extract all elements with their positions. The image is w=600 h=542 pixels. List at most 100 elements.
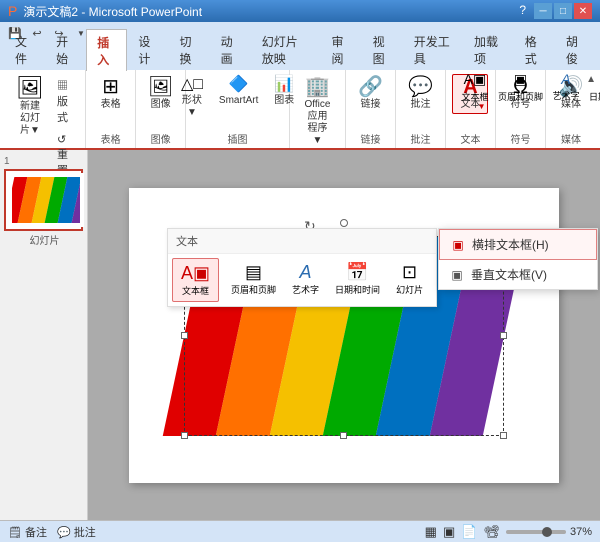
- comments-button[interactable]: 💬 批注: [57, 524, 96, 540]
- wordart-expanded-label: 艺术字: [292, 283, 319, 296]
- tab-home[interactable]: 开始: [45, 28, 86, 70]
- slideshow-button[interactable]: 📽: [483, 524, 500, 540]
- ribbon-group-apps: 🏢 Office应用程序▼ 应用程序: [290, 70, 346, 148]
- header-footer-btn[interactable]: ▣ 页眉和页脚: [495, 68, 546, 106]
- tab-transitions[interactable]: 切换: [169, 28, 210, 70]
- textbox-btn[interactable]: A▣ 文本框: [457, 68, 493, 106]
- tab-design[interactable]: 设计: [127, 28, 168, 70]
- shapes-icon: △□: [181, 77, 203, 93]
- images-group-label: 图像: [151, 129, 171, 146]
- symbols-group-label: 符号: [510, 129, 530, 146]
- tab-addins[interactable]: 加载项: [463, 28, 514, 70]
- textbox-icon: A▣: [464, 71, 487, 88]
- slides-group-label: 幻灯片: [30, 230, 60, 247]
- notes-button[interactable]: 🗒 备注: [8, 524, 47, 540]
- apps-group-items: 🏢 Office应用程序▼: [298, 74, 337, 150]
- textbox-horizontal-option[interactable]: ▣ 横排文本框(H): [439, 229, 597, 260]
- handle-bottom-middle[interactable]: [340, 432, 347, 439]
- table-button[interactable]: ⊞ 表格: [93, 74, 129, 114]
- link-button[interactable]: 🔗 链接: [352, 74, 388, 114]
- handle-bottom-left[interactable]: [181, 432, 188, 439]
- tab-developer[interactable]: 开发工具: [403, 28, 463, 70]
- ribbon-group-illustrations: △□ 形状▼ 🔷 SmartArt 📊 图表 插图: [186, 70, 290, 148]
- text-dropdown-menu: ▣ 横排文本框(H) ▣ 垂直文本框(V): [438, 228, 598, 290]
- shapes-button[interactable]: △□ 形状▼: [173, 74, 211, 122]
- main-area: 1: [0, 150, 600, 520]
- text-section-items: A▣ 文本框 ▤ 页眉和页脚 A 艺术字 📅 日期和时间 ⊡ 幻灯片: [168, 254, 436, 306]
- textbox-label: 文本框: [461, 90, 488, 103]
- zoom-thumb[interactable]: [542, 527, 552, 537]
- window-title: 演示文稿2 - Microsoft PowerPoint: [23, 3, 202, 20]
- tab-view[interactable]: 视图: [362, 28, 403, 70]
- canvas-area: ↻ ▣ 横排文本框(H) ▣ 垂直文本框(V) 文本 A▣ 文本框: [88, 150, 600, 520]
- title-bar: P 演示文稿2 - Microsoft PowerPoint ? ─ □ ✕: [0, 0, 600, 22]
- normal-view-button[interactable]: ▦: [425, 524, 437, 540]
- handle-middle-left[interactable]: [181, 332, 188, 339]
- illustrations-group-items: △□ 形状▼ 🔷 SmartArt 📊 图表: [173, 74, 302, 122]
- handle-bottom-right[interactable]: [500, 432, 507, 439]
- comments-group-items: 💬 批注: [402, 74, 438, 114]
- image-label: 图像: [151, 99, 171, 111]
- handle-middle-right[interactable]: [500, 332, 507, 339]
- datetime-btn[interactable]: 📅 日期和时间: [586, 68, 600, 106]
- link-label: 链接: [360, 99, 380, 111]
- help-icon[interactable]: ?: [519, 3, 526, 19]
- links-group-items: 🔗 链接: [352, 74, 388, 114]
- text-ribbon-expanded: 文本 A▣ 文本框 ▤ 页眉和页脚 A 艺术字 📅 日期和时间: [167, 228, 437, 307]
- slide-thumbnail: [8, 173, 84, 227]
- smartart-label: SmartArt: [219, 95, 258, 107]
- zoom-level[interactable]: 37%: [570, 526, 592, 538]
- table-label: 表格: [101, 99, 121, 111]
- ribbon: 🖼 新建幻灯片▼ ▦ 版式 ↺ 重置 ☰ 节▼ 幻灯片 ⊞ 表格 表格 🖼 图像: [0, 70, 600, 150]
- tab-animations[interactable]: 动画: [210, 28, 251, 70]
- window-controls: ? ─ □ ✕: [519, 3, 592, 19]
- tab-file[interactable]: 文件: [4, 28, 45, 70]
- wordart-btn[interactable]: A 艺术字: [548, 68, 584, 106]
- slide-num-expanded-btn[interactable]: ⊡ 幻灯片: [388, 258, 431, 302]
- datetime-expanded-label: 日期和时间: [335, 283, 380, 296]
- ribbon-tabs: 文件 开始 插入 设计 切换 动画 幻灯片放映 审阅 视图 开发工具 加载项 格…: [0, 44, 600, 70]
- tab-review[interactable]: 审阅: [321, 28, 362, 70]
- layout-button[interactable]: ▦ 版式: [52, 74, 77, 128]
- textbox-vertical-option[interactable]: ▣ 垂直文本框(V): [439, 260, 597, 289]
- tab-user[interactable]: 胡俊: [555, 28, 596, 70]
- minimize-button[interactable]: ─: [534, 3, 552, 19]
- wordart-expanded-btn[interactable]: A 艺术字: [284, 258, 327, 302]
- office-apps-button[interactable]: 🏢 Office应用程序▼: [298, 74, 337, 150]
- reading-view-button[interactable]: 📄: [461, 524, 477, 540]
- textbox-expanded-btn[interactable]: A▣ 文本框: [172, 258, 219, 302]
- datetime-expanded-icon: 📅: [346, 262, 368, 283]
- title-bar-left: P 演示文稿2 - Microsoft PowerPoint: [8, 3, 202, 20]
- comment-button[interactable]: 💬 批注: [402, 74, 438, 114]
- text-group-label: 文本: [460, 129, 480, 146]
- text-section-label: 文本: [176, 233, 198, 249]
- close-button[interactable]: ✕: [574, 3, 592, 19]
- tab-slideshow[interactable]: 幻灯片放映: [251, 28, 321, 70]
- office-apps-label: Office应用程序▼: [303, 99, 332, 147]
- slide-num-expanded-icon: ⊡: [402, 262, 417, 283]
- status-bar: 🗒 备注 💬 批注 ▦ ▣ 📄 📽 37%: [0, 520, 600, 542]
- new-slide-button[interactable]: 🖼 新建幻灯片▼: [12, 74, 48, 140]
- zoom-slider[interactable]: [506, 530, 566, 534]
- ribbon-group-links: 🔗 链接 链接: [346, 70, 396, 148]
- datetime-label: 日期和时间: [589, 90, 600, 103]
- new-slide-label: 新建幻灯片▼: [17, 101, 43, 137]
- status-bar-left: 🗒 备注 💬 批注: [8, 524, 96, 540]
- media-group-label: 媒体: [561, 129, 581, 146]
- ribbon-group-slides: 🖼 新建幻灯片▼ ▦ 版式 ↺ 重置 ☰ 节▼ 幻灯片: [4, 70, 86, 148]
- maximize-button[interactable]: □: [554, 3, 572, 19]
- header-footer-expanded-btn[interactable]: ▤ 页眉和页脚: [223, 258, 284, 302]
- comments-group-label: 批注: [410, 129, 430, 146]
- header-footer-expanded-label: 页眉和页脚: [231, 283, 276, 296]
- rotate-handle[interactable]: [340, 219, 348, 227]
- vertical-textbox-label: 垂直文本框(V): [471, 266, 547, 283]
- smartart-button[interactable]: 🔷 SmartArt: [215, 74, 262, 110]
- zoom-control: 37%: [506, 526, 592, 538]
- slide-sorter-button[interactable]: ▣: [443, 524, 455, 540]
- tab-format[interactable]: 格式: [514, 28, 555, 70]
- tab-insert[interactable]: 插入: [86, 29, 127, 71]
- header-footer-label: 页眉和页脚: [498, 90, 543, 103]
- powerpoint-logo: P: [8, 3, 17, 19]
- slide-thumbnail-container[interactable]: [4, 169, 83, 231]
- datetime-expanded-btn[interactable]: 📅 日期和时间: [327, 258, 388, 302]
